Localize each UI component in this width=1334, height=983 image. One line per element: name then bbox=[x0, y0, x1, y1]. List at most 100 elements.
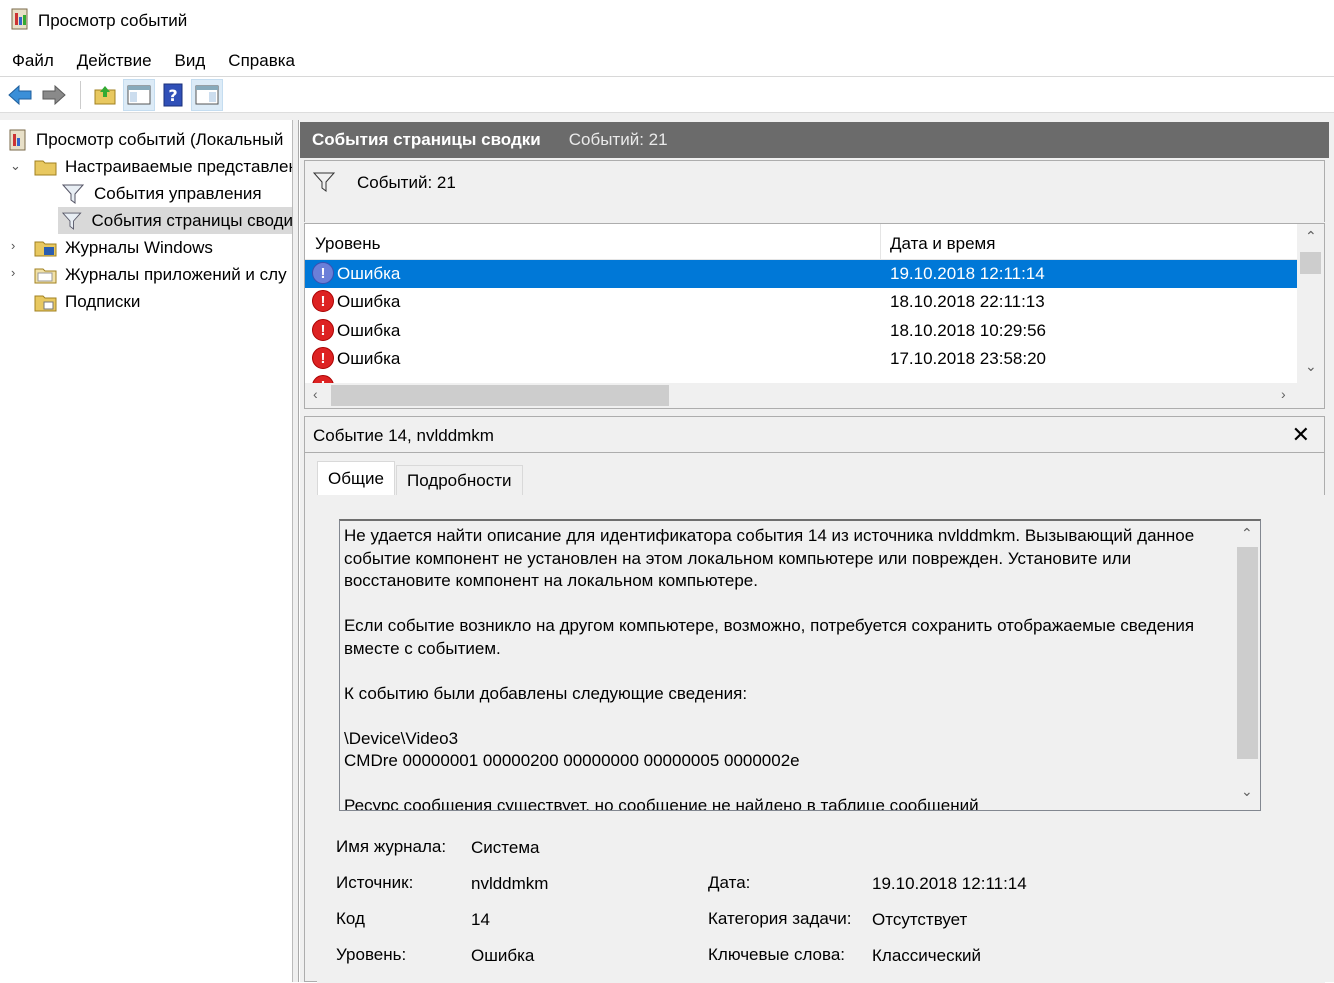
scroll-thumb[interactable] bbox=[1300, 252, 1321, 274]
filter-icon bbox=[62, 184, 84, 204]
menu-divider bbox=[0, 76, 1334, 77]
code-label: Код bbox=[336, 909, 365, 928]
description-scrollbar[interactable]: ⌃ ⌄ bbox=[1234, 521, 1260, 810]
row-date: 18.10.2018 22:11:13 bbox=[890, 292, 1045, 311]
source-value: nvlddmkm bbox=[471, 874, 549, 893]
tree-item-custom-views[interactable]: Настраиваемые представлен bbox=[34, 153, 293, 180]
menu-action[interactable]: Действие bbox=[77, 51, 152, 71]
vertical-scrollbar[interactable]: ⌃ ⌄ bbox=[1297, 224, 1324, 384]
row-level: Ошибка bbox=[337, 292, 401, 311]
close-icon[interactable]: ✕ bbox=[1292, 422, 1310, 448]
pane-splitter[interactable] bbox=[293, 120, 299, 982]
filter-count: Событий: 21 bbox=[357, 173, 456, 192]
tree-item-label: Просмотр событий (Локальный bbox=[36, 129, 284, 149]
toolbar-divider bbox=[0, 112, 1334, 120]
task-category-value: Отсутствует bbox=[872, 910, 968, 929]
row-level: Ошибка bbox=[337, 264, 401, 283]
level-label: Уровень: bbox=[336, 945, 407, 964]
tab-label: Общие bbox=[328, 468, 384, 488]
tree-item-summary-events[interactable]: События страницы своди bbox=[58, 207, 293, 234]
row-date: 19.10.2018 12:11:14 bbox=[890, 264, 1045, 283]
back-arrow-icon bbox=[8, 84, 32, 106]
scroll-up-icon[interactable]: ⌃ bbox=[1241, 525, 1253, 542]
scroll-thumb[interactable] bbox=[331, 385, 669, 406]
keywords-value: Классический bbox=[872, 946, 982, 965]
back-button[interactable] bbox=[4, 79, 36, 111]
events-table: Уровень Дата и время ! Ошибка 19.10.2018… bbox=[304, 223, 1325, 409]
scroll-up-icon[interactable]: ⌃ bbox=[1305, 228, 1317, 245]
navigation-tree: Просмотр событий (Локальный ⌄ Настраивае… bbox=[0, 120, 293, 982]
column-header-date[interactable]: Дата и время bbox=[890, 234, 995, 254]
chevron-right-icon[interactable]: › bbox=[11, 265, 15, 280]
folder-up-button[interactable] bbox=[89, 79, 121, 111]
show-hide-action-button[interactable] bbox=[191, 79, 223, 111]
show-hide-tree-button[interactable] bbox=[123, 79, 155, 111]
tree-item-label: Журналы приложений и слу bbox=[65, 264, 287, 284]
chevron-down-icon[interactable]: ⌄ bbox=[10, 158, 21, 174]
column-divider[interactable] bbox=[880, 224, 881, 260]
tab-general[interactable]: Общие bbox=[317, 461, 395, 495]
error-icon: ! bbox=[312, 290, 334, 312]
tree-item-admin-events[interactable]: События управления bbox=[62, 180, 262, 207]
menu-view[interactable]: Вид bbox=[175, 51, 206, 71]
level-value: Ошибка bbox=[471, 946, 535, 965]
detail-header: Событие 14, nvlddmkm ✕ bbox=[305, 417, 1324, 453]
tree-item-windows-logs[interactable]: Журналы Windows bbox=[34, 234, 213, 261]
scroll-down-icon[interactable]: ⌄ bbox=[1241, 783, 1253, 800]
date-label: Дата: bbox=[708, 873, 751, 892]
show-hide-action-icon bbox=[195, 85, 219, 105]
tree-item-label: Журналы Windows bbox=[65, 237, 213, 257]
window-title: Просмотр событий bbox=[38, 11, 188, 30]
table-row[interactable]: ! Ошибка 17.10.2018 23:58:20 bbox=[305, 345, 1297, 373]
table-header: Уровень Дата и время bbox=[305, 224, 1297, 260]
scroll-right-icon[interactable]: › bbox=[1281, 386, 1286, 402]
filter-icon bbox=[62, 212, 82, 230]
row-date: 18.10.2018 10:29:56 bbox=[890, 321, 1046, 340]
view-header: События страницы сводки Событий: 21 bbox=[300, 122, 1329, 158]
menu-help[interactable]: Справка bbox=[228, 51, 295, 71]
log-name-value: Система bbox=[471, 838, 540, 857]
table-row[interactable]: ! Ошибка 19.10.2018 12:11:14 bbox=[305, 260, 1297, 288]
error-icon: ! bbox=[312, 347, 334, 369]
horizontal-scrollbar[interactable]: ‹ › bbox=[305, 383, 1324, 408]
description-text: Не удается найти описание для идентифика… bbox=[344, 526, 1195, 811]
tree-item-subscriptions[interactable]: Подписки bbox=[34, 288, 140, 315]
menu-file[interactable]: Файл bbox=[12, 51, 54, 71]
menu-bar: Файл Действие Вид Справка bbox=[0, 46, 1334, 76]
row-date: 17.10.2018 23:58:20 bbox=[890, 349, 1046, 368]
tree-item-label: События управления bbox=[94, 183, 262, 203]
tree-item-label: Подписки bbox=[65, 291, 141, 311]
event-viewer-app-icon bbox=[10, 8, 30, 35]
error-icon: ! bbox=[312, 319, 334, 341]
main-panel: События страницы сводки Событий: 21 Собы… bbox=[300, 120, 1334, 983]
task-category-label: Категория задачи: bbox=[708, 909, 852, 928]
subscriptions-icon bbox=[34, 295, 57, 311]
column-header-level[interactable]: Уровень bbox=[315, 234, 381, 254]
description-textbox[interactable]: Не удается найти описание для идентифика… bbox=[339, 519, 1261, 811]
scroll-thumb[interactable] bbox=[1237, 547, 1258, 759]
tree-item-label: События страницы своди bbox=[91, 210, 293, 230]
toolbar: ? bbox=[0, 78, 1334, 112]
keywords-label: Ключевые слова: bbox=[708, 945, 846, 964]
svg-text:?: ? bbox=[168, 86, 177, 105]
tree-item-event-viewer-local[interactable]: Просмотр событий (Локальный bbox=[8, 126, 283, 153]
windows-logs-folder-icon bbox=[34, 241, 57, 256]
source-label: Источник: bbox=[336, 873, 414, 892]
table-row[interactable]: ! Ошибка 18.10.2018 10:29:56 bbox=[305, 317, 1297, 345]
help-button[interactable]: ? bbox=[157, 79, 189, 111]
forward-button[interactable] bbox=[38, 79, 70, 111]
log-name-label: Имя журнала: bbox=[336, 837, 447, 856]
chevron-right-icon[interactable]: › bbox=[11, 238, 15, 253]
folder-icon bbox=[34, 268, 57, 283]
tree-item-label: Настраиваемые представлен bbox=[65, 156, 293, 176]
event-viewer-icon bbox=[9, 129, 26, 150]
scroll-left-icon[interactable]: ‹ bbox=[313, 386, 318, 402]
filter-bar: Событий: 21 bbox=[304, 160, 1325, 222]
help-icon: ? bbox=[163, 83, 183, 107]
table-row[interactable]: ! Ошибка 18.10.2018 22:11:13 bbox=[305, 288, 1297, 316]
detail-title: Событие 14, nvlddmkm bbox=[313, 426, 494, 445]
scroll-down-icon[interactable]: ⌄ bbox=[1305, 358, 1317, 375]
folder-icon bbox=[34, 160, 57, 175]
tree-item-app-logs[interactable]: Журналы приложений и слу bbox=[34, 261, 287, 288]
tab-details[interactable]: Подробности bbox=[396, 465, 523, 495]
